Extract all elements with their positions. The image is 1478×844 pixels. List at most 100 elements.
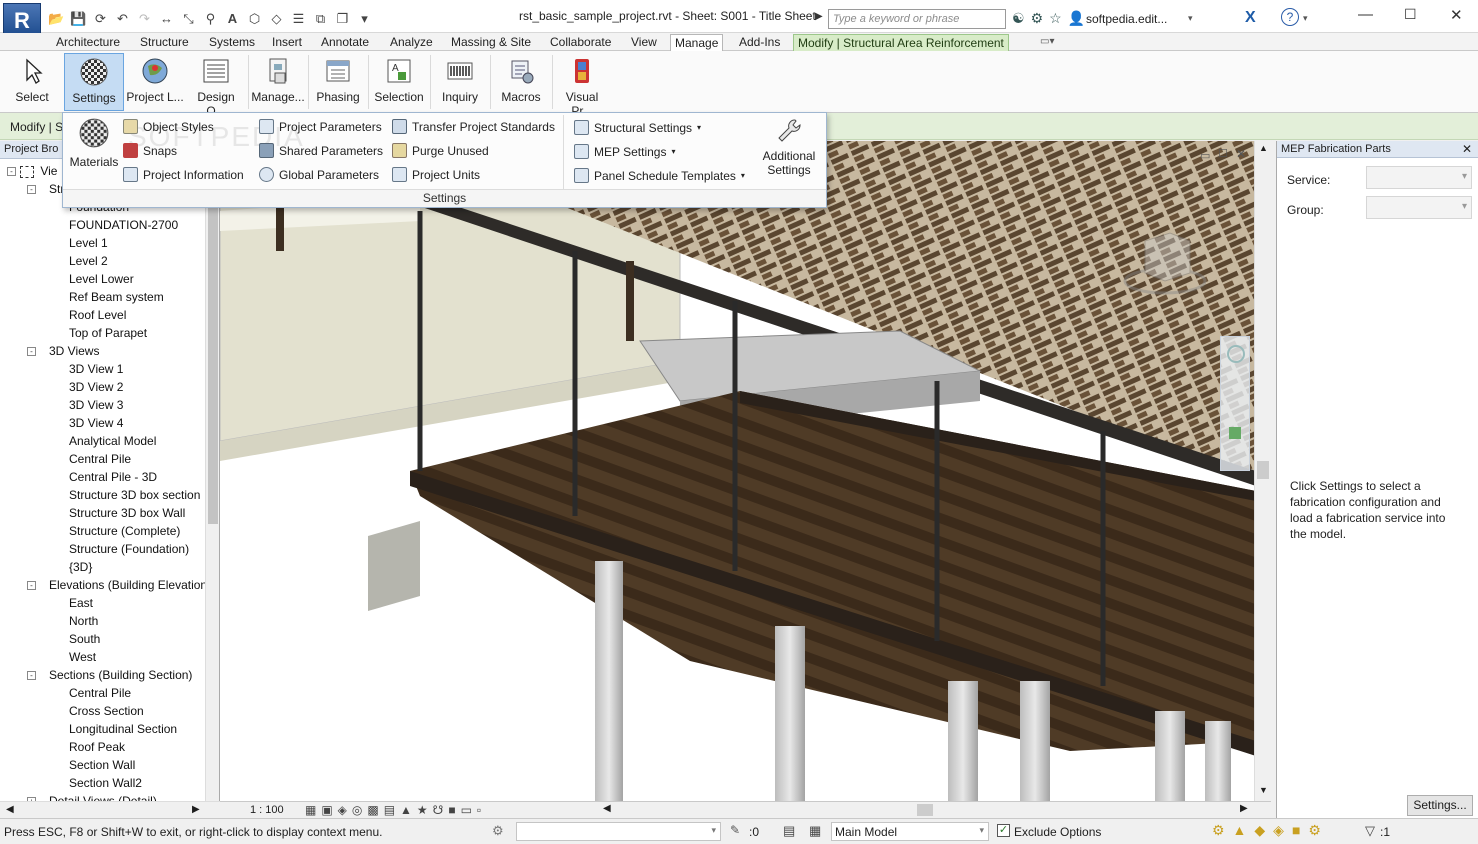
panel-schedule-templates-item[interactable]: Panel Schedule Templates ▾	[574, 168, 745, 183]
transfer-project-standards-item[interactable]: Transfer Project Standards	[392, 119, 555, 134]
help-icon[interactable]: ?	[1281, 8, 1299, 26]
tree-item[interactable]: Level 2	[69, 252, 108, 270]
maximize-icon[interactable]: ☐	[1404, 6, 1417, 23]
tree-item[interactable]: Longitudinal Section	[69, 720, 177, 738]
view-restore-icon[interactable]: ▭	[1200, 149, 1210, 162]
tree-item[interactable]: Structure (Foundation)	[69, 540, 189, 558]
section-icon[interactable]: ◇	[268, 11, 285, 26]
tree-item[interactable]: West	[69, 648, 96, 666]
tree-item[interactable]: FOUNDATION-2700	[69, 216, 178, 234]
additional-settings-button[interactable]: Additional Settings	[755, 117, 823, 185]
tab-collaborate[interactable]: Collaborate	[546, 34, 615, 52]
collapse-icon[interactable]: -	[7, 167, 16, 176]
tab-systems[interactable]: Systems	[205, 34, 259, 52]
view-close-icon[interactable]: ✕	[1236, 147, 1246, 161]
tree-item[interactable]: Level Lower	[69, 270, 134, 288]
exclude-options-checkbox[interactable]: ✓	[997, 824, 1010, 837]
selection-button[interactable]: A Selection	[370, 53, 428, 111]
tab-massing-site[interactable]: Massing & Site	[447, 34, 535, 52]
tree-item[interactable]: 3D View 2	[69, 378, 123, 396]
browser-vertical-scrollbar[interactable]: ▼	[205, 159, 219, 819]
views-root[interactable]: Vie	[20, 162, 57, 180]
tree-item[interactable]: 3D View 1	[69, 360, 123, 378]
minimize-icon[interactable]: —	[1358, 6, 1373, 23]
tree-item[interactable]: Structure (Complete)	[69, 522, 180, 540]
design-options-status-icon[interactable]: ▤	[783, 823, 795, 839]
tree-group[interactable]: Elevations (Building Elevation	[49, 576, 207, 594]
collapse-icon[interactable]: -	[27, 671, 36, 680]
tree-item[interactable]: North	[69, 612, 98, 630]
view-cube[interactable]	[1120, 221, 1210, 301]
view-maximize-icon[interactable]: ☐	[1218, 147, 1228, 160]
help-dropdown-icon[interactable]: ▾	[1303, 13, 1308, 24]
worksets-icon[interactable]: ⚙	[492, 823, 504, 839]
scroll-right-icon[interactable]: ▶	[1240, 803, 1248, 814]
tree-item[interactable]: 3D View 4	[69, 414, 123, 432]
tree-item[interactable]: Central Pile	[69, 450, 131, 468]
collapse-icon[interactable]: -	[27, 581, 36, 590]
browser-horizontal-scrollbar[interactable]: ◀ ▶	[0, 801, 220, 818]
tree-item[interactable]: Roof Level	[69, 306, 126, 324]
project-units-item[interactable]: Project Units	[392, 167, 480, 182]
selection-filter-icons[interactable]: ⚙▲◆◈■⚙	[1212, 822, 1329, 839]
tab-modify-structural-area-reinforcement[interactable]: Modify | Structural Area Reinforcement	[793, 34, 1009, 52]
manage-project-button[interactable]: Manage...	[250, 53, 306, 111]
tree-item[interactable]: Structure 3D box Wall	[69, 504, 185, 522]
scroll-left-icon[interactable]: ◀	[6, 804, 14, 815]
application-menu-button[interactable]: R	[3, 3, 41, 37]
group-dropdown[interactable]: ▾	[1366, 196, 1472, 219]
settings-button[interactable]: Settings	[64, 53, 124, 111]
collapse-icon[interactable]: -	[27, 347, 36, 356]
ribbon-minimize-icon[interactable]: ▭▾	[1040, 36, 1054, 47]
tree-item[interactable]: Structure 3D box section	[69, 486, 200, 504]
zoom-icon[interactable]	[1229, 427, 1241, 439]
tree-item[interactable]: Top of Parapet	[69, 324, 147, 342]
select-button[interactable]: Select	[4, 53, 60, 111]
scroll-up-icon[interactable]: ▲	[1259, 143, 1268, 153]
tab-add-ins[interactable]: Add-Ins	[735, 34, 784, 52]
materials-button[interactable]: Materials	[67, 117, 121, 177]
design-option-dropdown[interactable]: Main Model ▾	[831, 822, 989, 841]
filter-icon[interactable]: ▽	[1365, 823, 1375, 839]
open-icon[interactable]: 📂	[48, 11, 65, 26]
aligned-dimension-icon[interactable]: ⤡	[180, 11, 197, 26]
tree-item[interactable]: {3D}	[69, 558, 92, 576]
inquiry-button[interactable]: Inquiry	[432, 53, 488, 111]
project-information-item[interactable]: Project Information	[123, 167, 244, 182]
scroll-down-icon[interactable]: ▼	[1259, 785, 1268, 795]
search-input[interactable]: Type a keyword or phrase	[828, 9, 1006, 29]
customize-qat-icon[interactable]: ▾	[356, 11, 373, 26]
redo-icon[interactable]: ↷	[136, 11, 153, 26]
global-parameters-item[interactable]: Global Parameters	[259, 167, 379, 182]
tree-group[interactable]: Sections (Building Section)	[49, 666, 192, 684]
shared-parameters-item[interactable]: Shared Parameters	[259, 143, 383, 158]
workset-dropdown[interactable]: ▾	[516, 822, 721, 841]
tree-item[interactable]: Analytical Model	[69, 432, 156, 450]
project-location-button[interactable]: Project L...	[126, 53, 184, 111]
tree-item[interactable]: Central Pile - 3D	[69, 468, 157, 486]
object-styles-item[interactable]: Object Styles	[123, 119, 214, 134]
browser-scroll-thumb[interactable]	[208, 184, 218, 524]
tab-insert[interactable]: Insert	[268, 34, 306, 52]
close-icon[interactable]: ✕	[1450, 6, 1463, 24]
drawing-area[interactable]: ▭ ☐ ✕	[220, 141, 1256, 801]
active-only-icon[interactable]: ▦	[809, 823, 821, 839]
view-control-icons[interactable]: ▦▣◈◎▩▤▲★☋■▭▫	[305, 803, 486, 817]
collapse-icon[interactable]: -	[27, 185, 36, 194]
design-options-button[interactable]: Design O...	[186, 53, 246, 118]
subscription-icon[interactable]: ⚙	[1031, 10, 1044, 27]
purge-unused-item[interactable]: Purge Unused	[392, 143, 489, 158]
fabrication-settings-button[interactable]: Settings...	[1407, 795, 1473, 816]
expand-search-icon[interactable]: ▶	[815, 11, 823, 22]
binoculars-icon[interactable]: ☯	[1012, 10, 1025, 27]
editing-requests-icon[interactable]: ✎	[730, 823, 740, 837]
navigation-bar[interactable]	[1220, 336, 1250, 471]
favorites-star-icon[interactable]: ☆	[1049, 10, 1062, 27]
tree-item[interactable]: Roof Peak	[69, 738, 125, 756]
tab-manage[interactable]: Manage	[670, 34, 724, 52]
tree-item[interactable]: East	[69, 594, 93, 612]
mep-settings-item[interactable]: MEP Settings ▾	[574, 144, 676, 159]
tree-item[interactable]: 3D View 3	[69, 396, 123, 414]
exchange-apps-icon[interactable]: X	[1245, 9, 1256, 27]
measure-icon[interactable]: ↔	[158, 11, 175, 26]
